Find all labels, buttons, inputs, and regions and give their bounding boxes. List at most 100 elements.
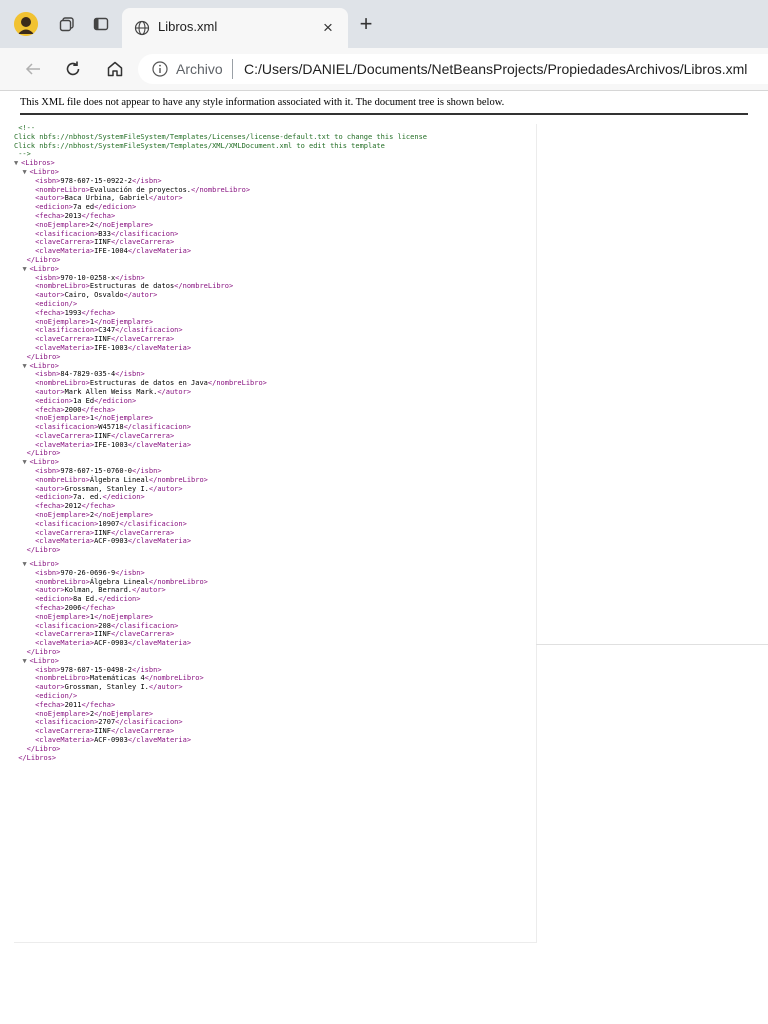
address-separator <box>232 59 233 79</box>
workspaces-icon[interactable] <box>56 13 78 35</box>
xml-field-nombreLibro: <nombreLibro>Álgebra Lineal</nombreLibro… <box>35 577 208 586</box>
xml-field-isbn: <isbn>970-10-0258-x</isbn> <box>35 273 145 282</box>
xml-field-nombreLibro: <nombreLibro>Estructuras de datos en Jav… <box>35 379 267 388</box>
xml-field-isbn: <isbn>978-607-15-0498-2</isbn> <box>35 665 162 674</box>
xml-libro-open: ▼ <Libro> <box>22 264 59 273</box>
xml-field-autor: <autor>Grossman, Stanley I.</autor> <box>35 484 183 493</box>
xml-field-claveCarrera: <claveCarrera>IINF</claveCarrera> <box>35 727 175 736</box>
xml-field-edicion: <edicion>1a Ed</edicion> <box>35 396 137 405</box>
xml-field-clasificacion: <clasificacion>2707</clasificacion> <box>35 718 183 727</box>
site-label[interactable]: Archivo <box>176 61 223 77</box>
xml-field-edicion: <edicion/> <box>35 692 78 700</box>
xml-comment-open: <!-- <box>14 124 36 132</box>
xml-libro-close: </Libro> <box>26 546 61 555</box>
close-tab-button[interactable]: × <box>318 18 338 38</box>
xml-comment-close: --> <box>14 150 31 159</box>
xml-root-close: </Libros> <box>18 753 57 762</box>
close-icon: × <box>323 18 333 37</box>
back-button[interactable] <box>22 58 44 80</box>
xml-field-autor: <autor>Cairo, Osvaldo</autor> <box>35 291 158 300</box>
xml-field-nombreLibro: <nombreLibro>Estructuras de datos</nombr… <box>35 282 234 291</box>
xml-field-edicion: <edicion>7a. ed.</edicion> <box>35 493 145 502</box>
xml-field-clasificacion: <clasificacion>C347</clasificacion> <box>35 326 183 335</box>
xml-field-claveMateria: <claveMateria>IFE-1003</claveMateria> <box>35 343 192 352</box>
plus-icon: + <box>359 11 373 36</box>
xml-field-clasificacion: <clasificacion>B33</clasificacion> <box>35 229 179 238</box>
xml-field-fecha: <fecha>2012</fecha> <box>35 502 116 511</box>
xml-field-edicion: <edicion/> <box>35 299 78 308</box>
xml-field-autor: <autor>Kolman, Bernard.</autor> <box>35 586 166 595</box>
url-text[interactable]: C:/Users/DANIEL/Documents/NetBeansProjec… <box>244 61 747 77</box>
xml-field-fecha: <fecha>2011</fecha> <box>35 700 116 709</box>
xml-field-noEjemplare: <noEjemplare>2</noEjemplare> <box>35 709 154 718</box>
xml-field-edicion: <edicion>7a ed</edicion> <box>35 203 137 212</box>
xml-libro-open: ▼ <Libro> <box>22 167 59 176</box>
page-content: This XML file does not appear to have an… <box>0 91 768 1024</box>
xml-libro-open: ▼ <Libro> <box>22 656 59 665</box>
xml-libro-close: </Libro> <box>26 255 61 264</box>
xml-field-nombreLibro: <nombreLibro>Evaluación de proyectos.</n… <box>35 185 251 194</box>
xml-field-clasificacion: <clasificacion>W45718</clasificacion> <box>35 423 192 432</box>
home-icon <box>107 61 123 77</box>
xml-libro-open: ▼ <Libro> <box>22 560 59 569</box>
xml-libro-open: ▼ <Libro> <box>22 458 59 467</box>
navigation-toolbar: Archivo C:/Users/DANIEL/Documents/NetBea… <box>0 48 768 91</box>
xml-style-info-message: This XML file does not appear to have an… <box>20 97 748 115</box>
xml-field-noEjemplare: <noEjemplare>1</noEjemplare> <box>35 317 154 326</box>
xml-field-claveMateria: <claveMateria>IFE-1004</claveMateria> <box>35 247 192 256</box>
xml-field-fecha: <fecha>1993</fecha> <box>35 308 116 317</box>
reload-icon <box>66 61 80 76</box>
xml-field-isbn: <isbn>978-607-15-0922-2</isbn> <box>35 176 162 185</box>
home-button[interactable] <box>104 58 126 80</box>
xml-field-fecha: <fecha>2000</fecha> <box>35 405 116 414</box>
xml-libro-close: </Libro> <box>26 744 61 753</box>
back-arrow-icon <box>25 63 40 75</box>
xml-field-claveCarrera: <claveCarrera>IINF</claveCarrera> <box>35 238 175 247</box>
xml-field-clasificacion: <clasificacion>10907</clasificacion> <box>35 519 187 528</box>
xml-field-noEjemplare: <noEjemplare>1</noEjemplare> <box>35 612 154 621</box>
xml-field-fecha: <fecha>2006</fecha> <box>35 604 116 613</box>
xml-field-isbn: <isbn>970-26-0696-9</isbn> <box>35 568 145 577</box>
xml-field-autor: <autor>Grossman, Stanley I.</autor> <box>35 683 183 692</box>
tab-actions-icon[interactable] <box>90 13 112 35</box>
xml-field-autor: <autor>Baca Urbina, Gabriel</autor> <box>35 194 183 203</box>
xml-field-isbn: <isbn>84-7829-035-4</isbn> <box>35 370 145 379</box>
info-icon[interactable] <box>152 61 168 77</box>
xml-field-nombreLibro: <nombreLibro>Matemáticas 4</nombreLibro> <box>35 674 204 683</box>
tab-strip: Libros.xml × + <box>0 0 768 48</box>
xml-field-claveCarrera: <claveCarrera>IINF</claveCarrera> <box>35 630 175 639</box>
xml-field-claveMateria: <claveMateria>ACF-0903</claveMateria> <box>35 735 192 744</box>
xml-field-noEjemplare: <noEjemplare>1</noEjemplare> <box>35 414 154 423</box>
xml-field-claveMateria: <claveMateria>ACF-0903</claveMateria> <box>35 537 192 546</box>
profile-avatar-icon[interactable] <box>14 12 38 36</box>
xml-field-edicion: <edicion>8a Ed.</edicion> <box>35 595 141 604</box>
xml-document-tree: <!-- Click nbfs://nbhost/SystemFileSystem… <box>14 124 537 943</box>
xml-field-claveCarrera: <claveCarrera>IINF</claveCarrera> <box>35 335 175 344</box>
xml-field-claveMateria: <claveMateria>ACF-0903</claveMateria> <box>35 639 192 648</box>
reload-button[interactable] <box>62 58 84 80</box>
xml-field-autor: <autor>Mark Allen Weiss Mark.</autor> <box>35 387 192 396</box>
tab-title: Libros.xml <box>158 19 218 34</box>
xml-field-noEjemplare: <noEjemplare>2</noEjemplare> <box>35 220 154 229</box>
xml-libro-open: ▼ <Libro> <box>22 361 59 370</box>
xml-libro-close: </Libro> <box>26 449 61 458</box>
xml-field-claveCarrera: <claveCarrera>IINF</claveCarrera> <box>35 528 175 537</box>
xml-field-claveMateria: <claveMateria>IFE-1003</claveMateria> <box>35 440 192 449</box>
xml-field-noEjemplare: <noEjemplare>2</noEjemplare> <box>35 511 154 520</box>
xml-field-nombreLibro: <nombreLibro>Álgebra Lineal</nombreLibro… <box>35 475 208 484</box>
xml-libro-close: </Libro> <box>26 648 61 657</box>
divider-line <box>536 644 768 645</box>
new-tab-button[interactable]: + <box>356 11 376 36</box>
xml-root-open: ▼ <Libros> <box>14 159 55 168</box>
xml-comment-line: Click nbfs://nbhost/SystemFileSystem/Tem… <box>14 132 428 141</box>
xml-field-fecha: <fecha>2013</fecha> <box>35 211 116 220</box>
xml-field-claveCarrera: <claveCarrera>IINF</claveCarrera> <box>35 431 175 440</box>
xml-libro-close: </Libro> <box>26 352 61 361</box>
xml-comment-line: Click nbfs://nbhost/SystemFileSystem/Tem… <box>14 141 385 150</box>
fold-toggle-icon[interactable]: ▼ <box>14 159 21 168</box>
xml-field-clasificacion: <clasificacion>208</clasificacion> <box>35 621 179 630</box>
tab-libros-xml[interactable]: Libros.xml × <box>122 8 348 48</box>
address-bar[interactable]: Archivo C:/Users/DANIEL/Documents/NetBea… <box>138 54 768 84</box>
globe-icon <box>134 20 150 36</box>
xml-field-isbn: <isbn>978-607-15-0760-0</isbn> <box>35 467 162 476</box>
